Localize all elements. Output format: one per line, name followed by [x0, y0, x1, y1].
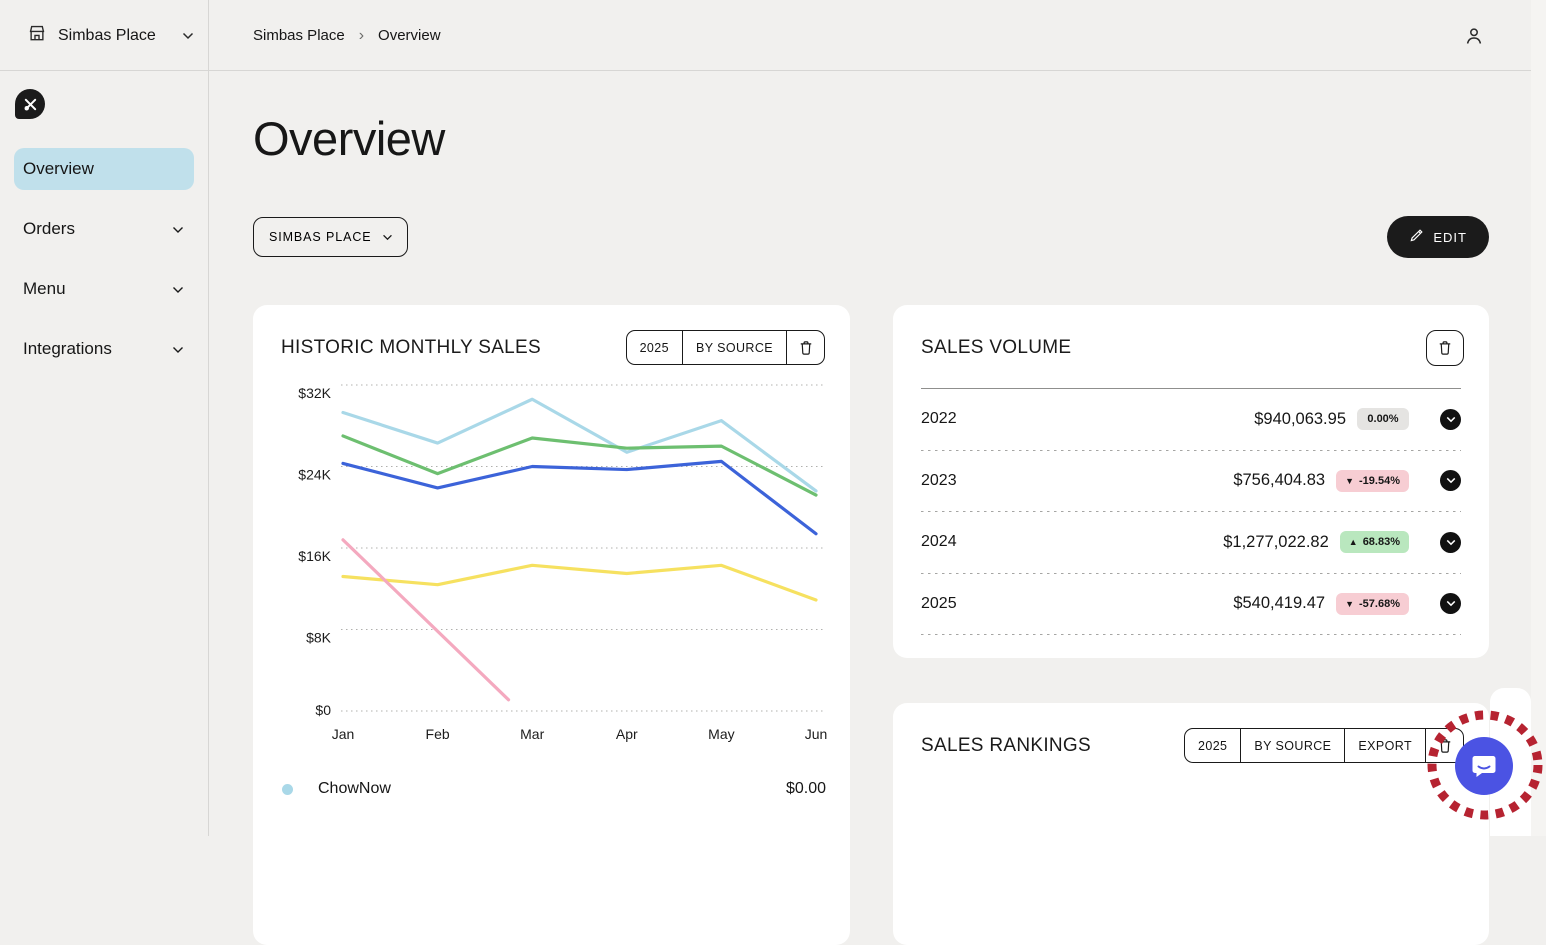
storefront-icon — [26, 22, 48, 49]
svg-text:$16K: $16K — [298, 548, 331, 564]
breadcrumb: Simbas Place › Overview — [253, 0, 441, 71]
sales-rankings-card: SALES RANKINGS 2025 BY SOURCE EXPORT — [893, 703, 1489, 945]
trash-icon — [1436, 339, 1454, 357]
svg-text:Feb: Feb — [426, 726, 450, 742]
chevron-down-icon — [172, 279, 184, 299]
sidebar-item-overview[interactable]: Overview — [14, 148, 194, 190]
year-filter-button[interactable]: 2025 — [1185, 729, 1240, 762]
sales-rankings-controls: 2025 BY SOURCE EXPORT — [1184, 728, 1464, 763]
chat-bubble-icon — [1470, 752, 1498, 780]
by-source-filter-button[interactable]: BY SOURCE — [682, 331, 786, 364]
page-title: Overview — [253, 111, 445, 166]
chevron-down-icon — [172, 339, 184, 359]
chat-launcher-button[interactable] — [1455, 737, 1513, 795]
svg-text:Jun: Jun — [805, 726, 828, 742]
sales-volume-row-2024: 2024$1,277,022.82 ▲ 68.83% — [921, 512, 1461, 573]
sidebar-item-integrations[interactable]: Integrations — [14, 328, 194, 370]
expand-row-button[interactable] — [1440, 409, 1461, 430]
expand-row-button[interactable] — [1440, 593, 1461, 614]
change-badge: 0.00% — [1357, 408, 1409, 430]
row-year: 2022 — [921, 410, 1254, 428]
sidebar-item-menu[interactable]: Menu — [14, 268, 194, 310]
legend-source-value: $0.00 — [786, 780, 826, 798]
org-name: Simbas Place — [58, 27, 172, 45]
edit-button[interactable]: EDIT — [1387, 216, 1489, 258]
legend-color-dot — [282, 784, 293, 795]
sales-volume-row-2025: 2025$540,419.47 ▼ -57.68% — [921, 574, 1461, 635]
sidebar: Overview Orders Menu Integrations — [0, 71, 209, 836]
svg-text:Jan: Jan — [332, 726, 355, 742]
row-year: 2023 — [921, 472, 1233, 490]
trash-icon — [1436, 737, 1454, 755]
delete-widget-button[interactable] — [1426, 330, 1464, 366]
sidebar-item-label: Menu — [23, 279, 172, 299]
legend-source-name: ChowNow — [318, 780, 786, 798]
change-percent: 68.83% — [1363, 536, 1400, 548]
export-button[interactable]: EXPORT — [1344, 729, 1425, 762]
edit-button-label: EDIT — [1433, 230, 1467, 245]
main-content: Overview SIMBAS PLACE EDIT HISTORIC MONT… — [209, 71, 1546, 836]
scrollbar-track[interactable] — [1531, 0, 1546, 836]
chevron-down-icon — [382, 230, 393, 244]
breadcrumb-separator: › — [359, 27, 364, 45]
brand-logo-utensils-icon — [15, 89, 45, 119]
change-percent: -57.68% — [1359, 598, 1400, 610]
dashed-divider — [921, 634, 1461, 635]
sales-volume-rows: 2022$940,063.95 0.00% 2023$756,404.83 ▼ -19.… — [893, 389, 1489, 635]
sales-volume-row-2022: 2022$940,063.95 0.00% — [921, 389, 1461, 450]
historic-sales-chart: $32K $24K $16K $8K $0Jan Feb Mar Apr May Jun — [253, 375, 850, 755]
row-amount: $940,063.95 — [1254, 410, 1346, 429]
triangle-down-icon: ▼ — [1345, 599, 1354, 609]
sales-volume-title: SALES VOLUME — [921, 337, 1071, 359]
org-switcher[interactable]: Simbas Place — [0, 0, 209, 71]
change-percent: -19.54% — [1359, 475, 1400, 487]
change-badge: ▼ -19.54% — [1336, 470, 1409, 492]
store-selector-button[interactable]: SIMBAS PLACE — [253, 217, 408, 257]
sidebar-item-label: Integrations — [23, 339, 172, 359]
historic-sales-title: HISTORIC MONTHLY SALES — [281, 337, 541, 359]
historic-sales-card: HISTORIC MONTHLY SALES 2025 BY SOURCE $3… — [253, 305, 850, 945]
chevron-down-icon — [182, 27, 194, 45]
svg-text:May: May — [708, 726, 734, 742]
triangle-down-icon: ▼ — [1345, 476, 1354, 486]
svg-text:$32K: $32K — [298, 385, 331, 401]
breadcrumb-item-org[interactable]: Simbas Place — [253, 27, 345, 44]
user-profile-icon[interactable] — [1462, 24, 1486, 48]
svg-text:Mar: Mar — [520, 726, 544, 742]
delete-widget-button[interactable] — [786, 331, 824, 364]
svg-text:$24K: $24K — [298, 467, 331, 483]
by-source-filter-button[interactable]: BY SOURCE — [1240, 729, 1344, 762]
sidebar-item-label: Orders — [23, 219, 172, 239]
row-amount: $756,404.83 — [1233, 471, 1325, 490]
store-selector-label: SIMBAS PLACE — [269, 230, 372, 244]
sales-volume-row-2023: 2023$756,404.83 ▼ -19.54% — [921, 451, 1461, 512]
svg-text:$0: $0 — [315, 702, 331, 718]
row-year: 2025 — [921, 595, 1233, 613]
expand-row-button[interactable] — [1440, 532, 1461, 553]
trash-icon — [797, 339, 815, 357]
row-amount: $540,419.47 — [1233, 594, 1325, 613]
change-badge: ▼ -57.68% — [1336, 593, 1409, 615]
change-badge: ▲ 68.83% — [1340, 531, 1409, 553]
sales-volume-card: SALES VOLUME 2022$940,063.95 0.00% 2023$75… — [893, 305, 1489, 658]
svg-text:$8K: $8K — [306, 630, 332, 646]
sales-rankings-title: SALES RANKINGS — [921, 735, 1091, 757]
row-amount: $1,277,022.82 — [1223, 533, 1329, 552]
year-filter-button[interactable]: 2025 — [627, 331, 682, 364]
triangle-up-icon: ▲ — [1349, 537, 1358, 547]
sidebar-nav: Overview Orders Menu Integrations — [14, 148, 194, 370]
expand-row-button[interactable] — [1440, 470, 1461, 491]
pencil-icon — [1409, 228, 1424, 246]
top-header: Simbas Place Simbas Place › Overview — [0, 0, 1546, 71]
row-year: 2024 — [921, 533, 1223, 551]
sidebar-item-label: Overview — [23, 159, 184, 179]
sidebar-item-orders[interactable]: Orders — [14, 208, 194, 250]
svg-text:Apr: Apr — [616, 726, 638, 742]
chart-legend: ChowNow$0.00 — [253, 767, 850, 811]
chevron-down-icon — [172, 219, 184, 239]
breadcrumb-item-page[interactable]: Overview — [378, 27, 441, 44]
change-percent: 0.00% — [1367, 413, 1398, 425]
historic-sales-controls: 2025 BY SOURCE — [626, 330, 825, 365]
